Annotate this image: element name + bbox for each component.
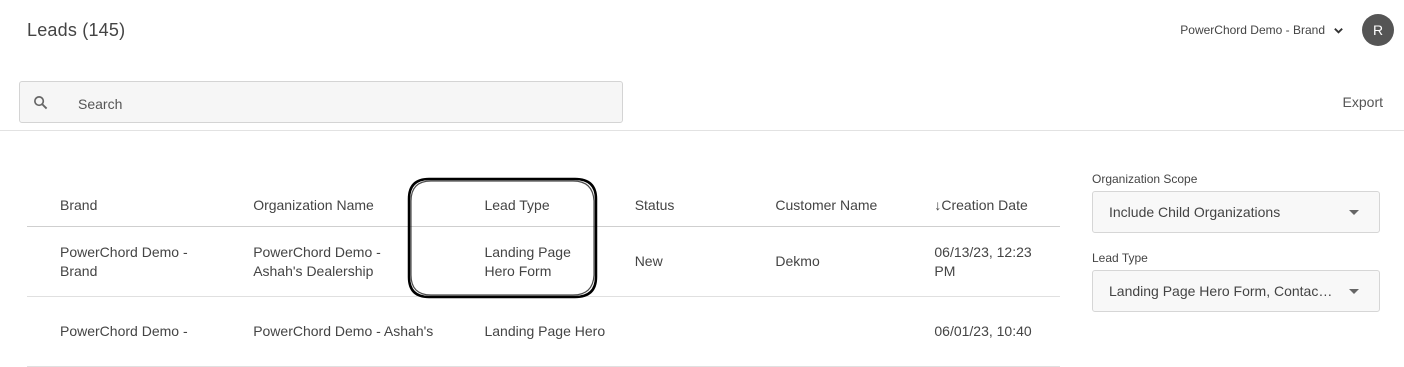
table-row[interactable]: PowerChord Demo - Brand PowerChord Demo … [27, 226, 1060, 297]
filters-panel: Organization Scope Include Child Organiz… [1092, 172, 1380, 312]
cell-organization-name: PowerChord Demo - Ashah's Dealership [253, 243, 381, 279]
search-box[interactable] [19, 81, 623, 123]
organization-scope-select[interactable]: Include Child Organizations [1092, 191, 1380, 233]
cell-organization-name: PowerChord Demo - Ashah's [253, 323, 434, 339]
cell-lead-type: Landing Page Hero [484, 323, 606, 339]
column-header-status[interactable]: Status [634, 183, 776, 227]
avatar-initial: R [1372, 22, 1384, 38]
avatar[interactable]: R [1362, 14, 1394, 46]
page-title-text: Leads [27, 20, 78, 40]
cell-brand: PowerChord Demo - Brand [60, 243, 188, 279]
divider [0, 130, 1404, 131]
cell-customer-name: Dekmo [775, 253, 820, 269]
org-switcher-label: PowerChord Demo - Brand [1180, 23, 1325, 37]
cell-status: New [634, 253, 663, 269]
search-icon [34, 96, 48, 110]
column-header-customer-name[interactable]: Customer Name [775, 183, 935, 227]
filter-label-organization-scope: Organization Scope [1092, 172, 1198, 186]
lead-count: (145) [82, 20, 126, 40]
dropdown-arrow-icon [1349, 210, 1359, 215]
leads-table: Brand Organization Name Lead Type Status… [27, 183, 1060, 367]
filter-label-lead-type: Lead Type [1092, 251, 1148, 265]
cell-creation-date: 06/13/23, 12:23 PM [934, 243, 1032, 279]
column-header-organization-name[interactable]: Organization Name [253, 183, 485, 227]
chevron-down-icon [1334, 27, 1343, 34]
table-row[interactable]: PowerChord Demo - PowerChord Demo - Asha… [27, 296, 1060, 367]
filter-lead-type: Lead Type Landing Page Hero Form, Contac… [1092, 251, 1380, 312]
org-switcher[interactable]: PowerChord Demo - Brand [1180, 23, 1344, 37]
lead-type-select[interactable]: Landing Page Hero Form, Contact… [1092, 270, 1380, 312]
column-header-lead-type[interactable]: Lead Type [484, 183, 635, 227]
cell-creation-date: 06/01/23, 10:40 [934, 323, 1032, 339]
table-header-row: Brand Organization Name Lead Type Status… [27, 183, 1060, 227]
dropdown-arrow-icon [1349, 289, 1359, 294]
export-button[interactable]: Export [1343, 94, 1383, 110]
column-header-brand[interactable]: Brand [27, 183, 254, 227]
organization-scope-value: Include Child Organizations [1109, 204, 1281, 220]
cell-brand: PowerChord Demo - [60, 323, 188, 339]
filter-organization-scope: Organization Scope Include Child Organiz… [1092, 172, 1380, 233]
page-title: Leads (145) [27, 20, 125, 41]
cell-lead-type: Landing Page Hero Form [484, 243, 571, 279]
lead-type-value: Landing Page Hero Form, Contact… [1109, 283, 1333, 299]
column-header-creation-date[interactable]: ↓Creation Date [934, 183, 1060, 227]
search-input[interactable] [76, 93, 600, 115]
